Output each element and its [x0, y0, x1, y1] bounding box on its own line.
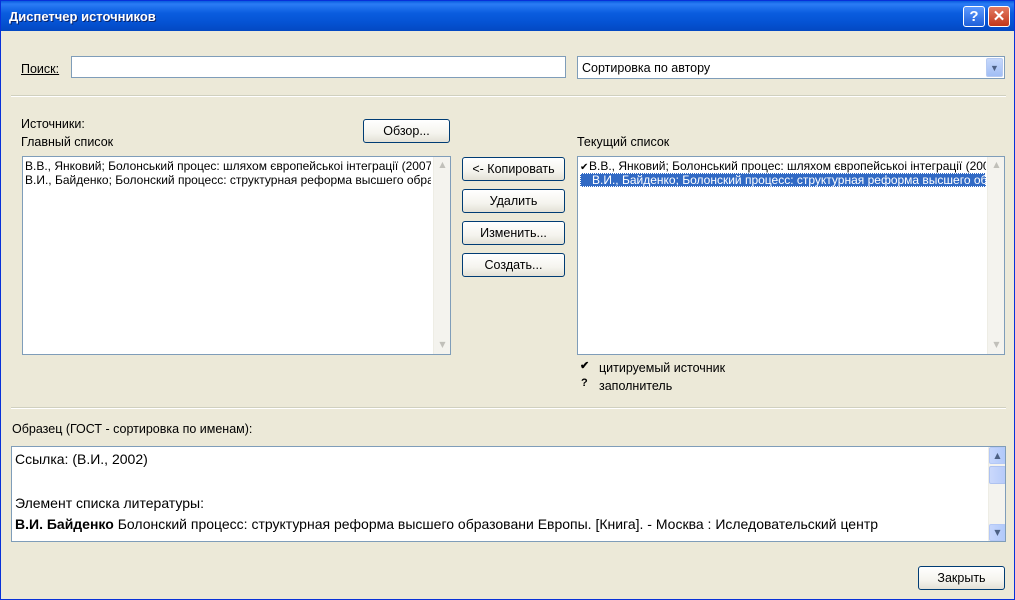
help-icon: ? — [969, 8, 979, 25]
create-button[interactable]: Создать... — [462, 253, 565, 277]
window-title: Диспетчер источников — [9, 9, 156, 24]
current-list[interactable]: ✔В.В., Янковий; Болонський процес: шляхо… — [577, 156, 1005, 355]
divider — [11, 407, 1006, 409]
master-list-item[interactable]: В.В., Янковий; Болонський процес: шляхом… — [25, 159, 431, 173]
help-button[interactable]: ? — [963, 6, 985, 27]
current-list-item-text: В.И., Байденко; Болонский процесс: струк… — [592, 173, 986, 187]
close-window-button[interactable]: ✕ — [988, 6, 1010, 27]
edit-button[interactable]: Изменить... — [462, 221, 565, 245]
scroll-up-icon[interactable]: ▲ — [434, 157, 450, 174]
cited-check-icon: ✔ — [580, 360, 590, 372]
sources-label: Источники: — [21, 117, 85, 131]
sort-select-value: Сортировка по автору — [582, 61, 711, 75]
preview-bib-rest: Болонский процесс: структурная реформа в… — [113, 516, 879, 532]
master-list-scrollbar[interactable]: ▲ ▼ — [433, 157, 450, 354]
preview-bib-entry: В.И. Байденко Болонский процесс: структу… — [15, 516, 878, 532]
current-list-item[interactable]: ✔В.В., Янковий; Болонський процес: шляхо… — [580, 159, 986, 173]
placeholder-legend-label: заполнитель — [599, 379, 673, 393]
title-bar[interactable]: Диспетчер источников ? ✕ — [1, 1, 1014, 31]
preview-bib-heading: Элемент списка литературы: — [15, 495, 204, 511]
source-manager-dialog: Диспетчер источников ? ✕ Поиск: Сортиров… — [0, 0, 1015, 600]
current-list-item-text: В.В., Янковий; Болонський процес: шляхом… — [589, 159, 986, 173]
master-list-item[interactable]: В.И., Байденко; Болонский процесс: струк… — [25, 173, 431, 187]
sort-select[interactable]: Сортировка по автору ▼ — [577, 56, 1005, 79]
search-input[interactable] — [71, 56, 566, 78]
scroll-up-icon[interactable]: ▲ — [989, 447, 1005, 464]
preview-bib-author: В.И. Байденко — [15, 516, 114, 532]
close-icon: ✕ — [992, 8, 1006, 25]
chevron-down-icon[interactable]: ▼ — [986, 58, 1003, 77]
current-list-item-selected[interactable]: В.И., Байденко; Болонский процесс: струк… — [580, 173, 986, 187]
browse-button[interactable]: Обзор... — [363, 119, 450, 143]
scroll-down-icon[interactable]: ▼ — [989, 524, 1005, 541]
master-list-label: Главный список — [21, 135, 114, 149]
scroll-thumb[interactable] — [989, 466, 1005, 484]
current-list-scrollbar[interactable]: ▲ ▼ — [987, 157, 1004, 354]
preview-citation: Ссылка: (В.И., 2002) — [15, 451, 148, 467]
master-list[interactable]: В.В., Янковий; Болонський процес: шляхом… — [22, 156, 451, 355]
cited-legend-label: цитируемый источник — [599, 361, 726, 375]
scroll-down-icon[interactable]: ▼ — [434, 337, 450, 354]
close-button[interactable]: Закрыть — [918, 566, 1005, 590]
delete-button[interactable]: Удалить — [462, 189, 565, 213]
placeholder-question-icon: ? — [581, 377, 588, 389]
scroll-up-icon[interactable]: ▲ — [988, 157, 1004, 174]
copy-button[interactable]: <- Копировать — [462, 157, 565, 181]
search-label: Поиск: — [21, 62, 60, 76]
scroll-down-icon[interactable]: ▼ — [988, 337, 1004, 354]
cited-check-icon: ✔ — [580, 162, 589, 173]
current-list-label: Текущий список — [577, 135, 670, 149]
divider — [11, 95, 1006, 97]
preview-box[interactable]: Ссылка: (В.И., 2002) Элемент списка лите… — [11, 446, 1006, 542]
preview-label: Образец (ГОСТ - сортировка по именам): — [12, 422, 253, 436]
preview-scrollbar[interactable]: ▲ ▼ — [988, 447, 1005, 541]
